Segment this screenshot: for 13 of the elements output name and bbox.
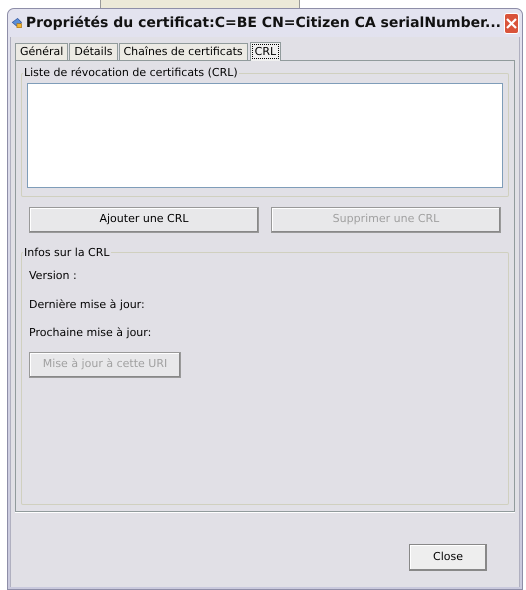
window-title: Propriétés du certificat:C=BE CN=Citizen CA serialNumber... xyxy=(26,14,501,32)
close-icon[interactable] xyxy=(504,12,519,34)
field-label: Version : xyxy=(29,268,78,284)
tab[interactable]: Détails xyxy=(69,43,118,60)
field-label: Dernière mise à jour: xyxy=(29,296,146,312)
group-title: Infos sur la CRL xyxy=(23,244,111,260)
field-label: Prochaine mise à jour: xyxy=(29,325,152,341)
group-title: Liste de révocation de certificats (CRL) xyxy=(23,65,239,81)
tab[interactable]: Chaînes de certificats xyxy=(118,43,248,60)
add-button[interactable]: Ajouter une CRL xyxy=(29,206,259,232)
close-button[interactable]: Close xyxy=(409,544,487,571)
tab[interactable]: Général xyxy=(15,43,68,60)
tab[interactable]: CRL xyxy=(250,42,282,61)
